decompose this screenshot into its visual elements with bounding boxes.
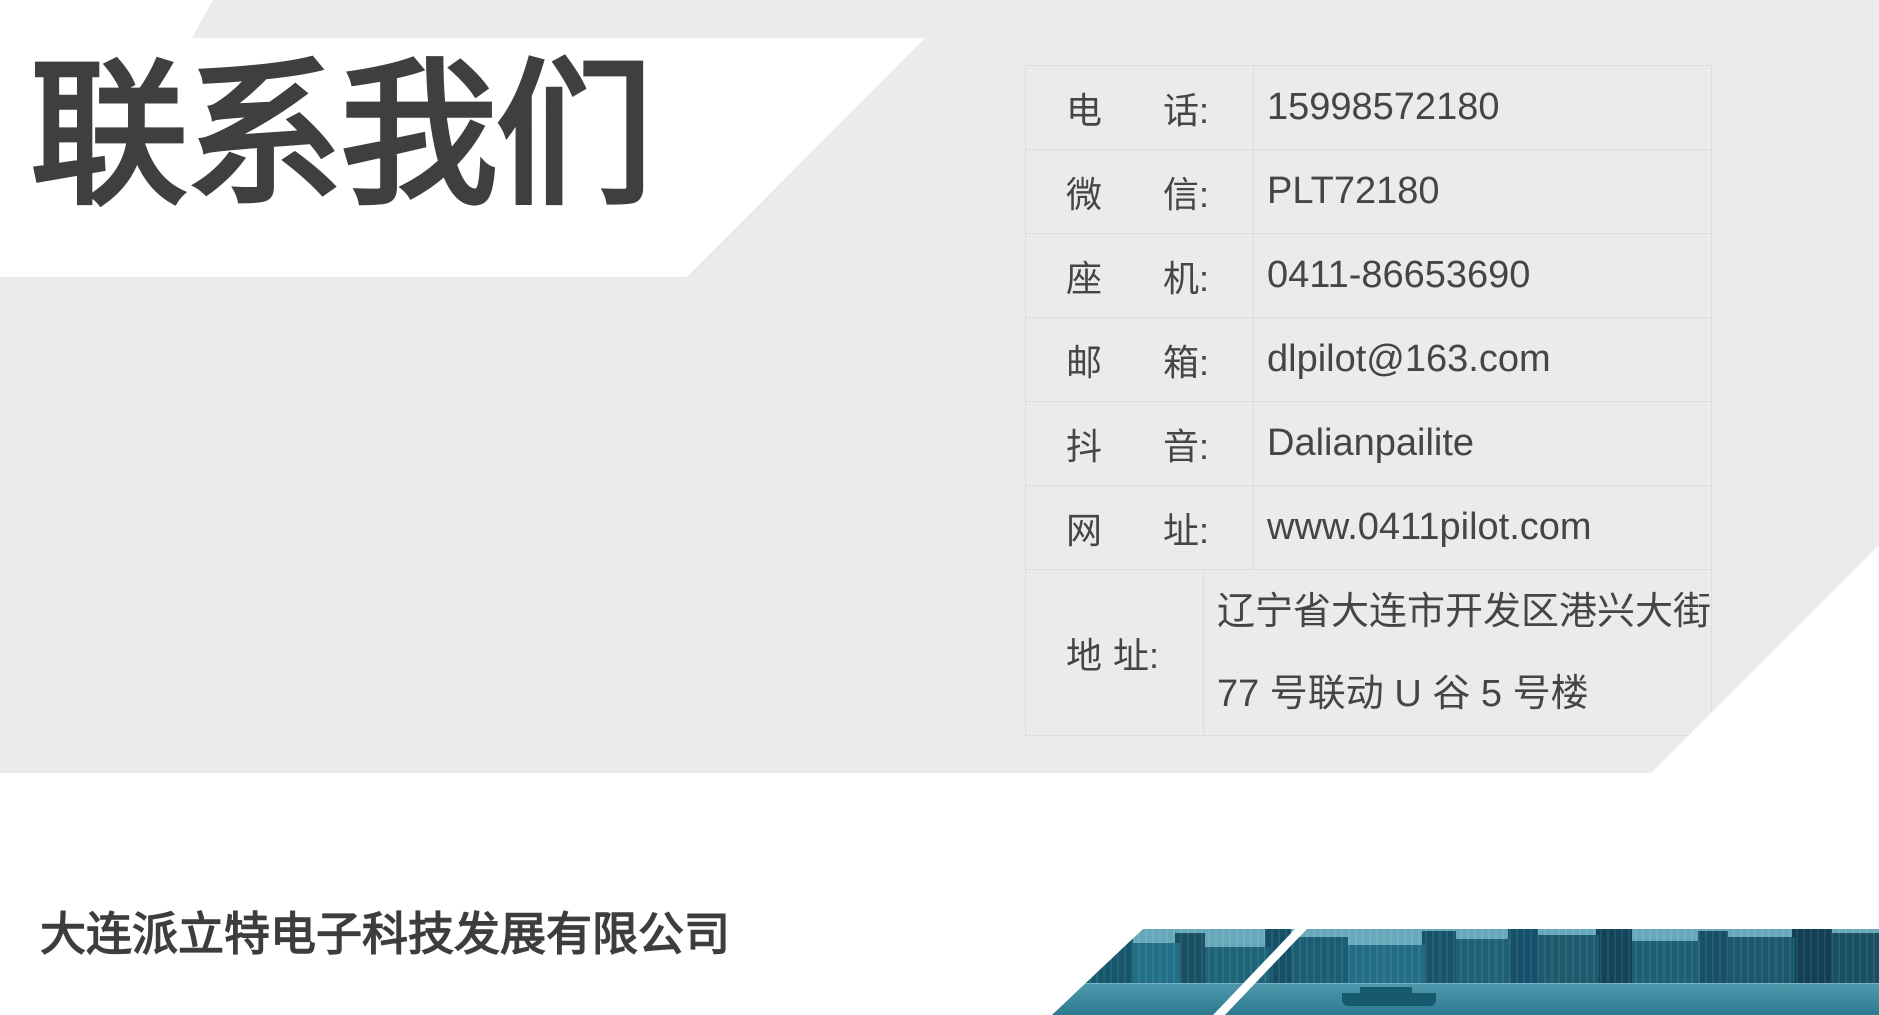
label-text: 抖 [1066,418,1102,470]
boat-silhouette [1342,993,1436,1006]
table-row: 微 信: PLT72180 [1026,150,1711,234]
label-text: 音: [1163,418,1209,470]
table-row: 座 机: 0411-86653690 [1026,234,1711,318]
label-text: 地 [1066,627,1102,679]
blue-parallelogram [1294,811,1879,929]
value-text: 15998572180 [1267,86,1711,129]
contact-slide: 联系我们 电 话: 15998572180 微 信: PLT72180 座 机: 0411-86… [0,0,1879,1015]
value-text: www.0411pilot.com [1267,506,1711,549]
label-text: 址: [1163,502,1209,554]
label-text: 信: [1163,166,1209,218]
row-value: www.0411pilot.com [1254,486,1711,569]
row-value: Dalianpailite [1254,402,1711,485]
label-text: 座 [1066,250,1102,302]
value-text: PLT72180 [1267,170,1711,213]
value-text: dlpilot@163.com [1267,338,1711,381]
page-title: 联系我们 [30,57,650,215]
table-row: 邮 箱: dlpilot@163.com [1026,318,1711,402]
company-name: 大连派立特电子科技发展有限公司 [40,898,730,964]
row-label: 座 机: [1026,234,1254,317]
label-text: 箱: [1163,334,1209,386]
value-text: Dalianpailite [1267,422,1711,465]
contact-table: 电 话: 15998572180 微 信: PLT72180 座 机: 0411-8665369… [1025,65,1712,736]
row-label: 电 话: [1026,66,1254,149]
label-text: 邮 [1066,334,1102,386]
label-text: 电 [1066,82,1102,134]
address-line: 辽宁省大连市开发区港兴大街 [1217,571,1711,653]
table-row: 抖 音: Dalianpailite [1026,402,1711,486]
row-value: dlpilot@163.com [1254,318,1711,401]
row-value: 辽宁省大连市开发区港兴大街77 号联动 U 谷 5 号楼 [1204,570,1711,735]
boat-cabin [1360,987,1412,993]
table-row: 地址:辽宁省大连市开发区港兴大街77 号联动 U 谷 5 号楼 [1026,570,1711,736]
row-label: 邮 箱: [1026,318,1254,401]
row-label: 抖 音: [1026,402,1254,485]
address-line: 77 号联动 U 谷 5 号楼 [1217,653,1711,735]
label-text: 微 [1066,166,1102,218]
value-text: 0411-86653690 [1267,254,1711,297]
table-row: 电 话: 15998572180 [1026,66,1711,150]
label-text: 址: [1113,627,1159,679]
row-label: 地址: [1026,570,1204,735]
cityscape-photo-area [1040,929,1879,1015]
row-value: 0411-86653690 [1254,234,1711,317]
table-row: 网 址: www.0411pilot.com [1026,486,1711,570]
label-text: 网 [1066,502,1102,554]
row-label: 网 址: [1026,486,1254,569]
label-text: 机: [1163,250,1209,302]
row-label: 微 信: [1026,150,1254,233]
row-value: 15998572180 [1254,66,1711,149]
label-text: 话: [1163,82,1209,134]
row-value: PLT72180 [1254,150,1711,233]
